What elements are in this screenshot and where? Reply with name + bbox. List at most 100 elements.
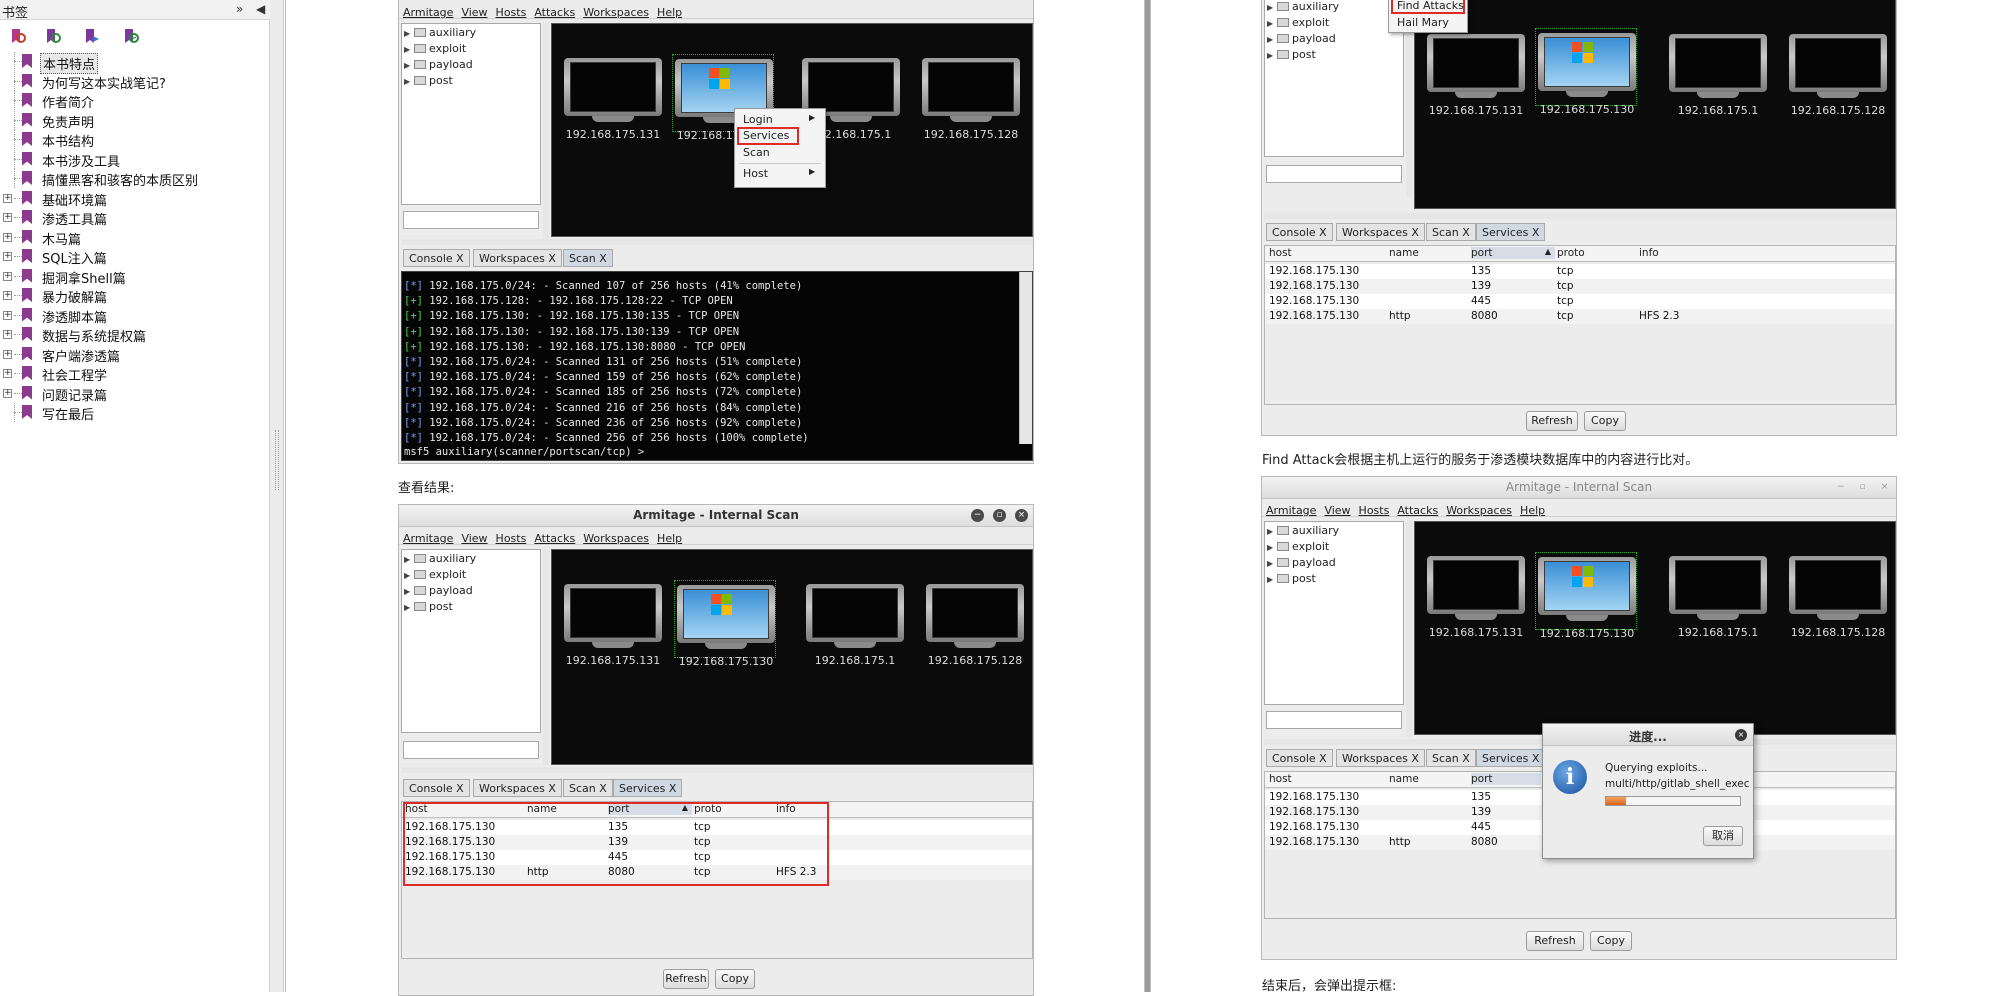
module-search-input[interactable]: [1266, 711, 1402, 729]
maximize-icon[interactable]: ▫: [1856, 481, 1869, 494]
col-name[interactable]: name: [1389, 247, 1419, 259]
tree-node-exploit[interactable]: ▶ exploit: [404, 568, 466, 584]
expand-bookmark-icon[interactable]: [8, 27, 28, 47]
tab-workspaces[interactable]: Workspaces X: [473, 249, 562, 267]
menu-workspaces[interactable]: Workspaces: [1446, 504, 1512, 517]
tab-scan[interactable]: Scan X: [563, 249, 613, 267]
host-131[interactable]: 192.168.175.131: [554, 580, 672, 672]
splitter-grip[interactable]: [275, 430, 279, 490]
copy-button[interactable]: Copy: [1584, 411, 1626, 431]
tab-console[interactable]: Console X: [403, 779, 470, 797]
table-row[interactable]: 192.168.175.130 445 tcp: [1265, 294, 1895, 309]
menu-armitage[interactable]: Armitage: [403, 6, 453, 19]
bookmark-item[interactable]: + 渗透脚本篇: [0, 306, 270, 326]
col-port[interactable]: port: [1471, 773, 1541, 785]
module-search-input[interactable]: [403, 741, 539, 759]
bookmark-properties-icon[interactable]: [121, 27, 141, 47]
tab-workspaces[interactable]: Workspaces X: [473, 779, 562, 797]
bookmark-item[interactable]: 写在最后: [0, 403, 270, 423]
refresh-button[interactable]: Refresh: [663, 969, 709, 989]
menu-workspaces[interactable]: Workspaces: [583, 6, 649, 19]
col-name[interactable]: name: [1389, 773, 1419, 785]
expand-toggle-icon[interactable]: +: [3, 232, 12, 242]
sidebar-splitter[interactable]: [270, 0, 284, 992]
copy-button[interactable]: Copy: [1590, 931, 1632, 951]
host-128[interactable]: 192.168.175.128: [1779, 30, 1896, 122]
copy-button[interactable]: Copy: [715, 969, 755, 989]
menu-help[interactable]: Help: [657, 6, 682, 19]
console-prompt[interactable]: msf5 auxiliary(scanner/portscan/tcp) >: [404, 446, 644, 460]
menu-help[interactable]: Help: [657, 532, 682, 545]
tree-node-auxiliary[interactable]: ▶ auxiliary: [404, 552, 476, 568]
col-host[interactable]: host: [1269, 247, 1292, 259]
table-row[interactable]: 192.168.175.130 135 tcp: [1265, 264, 1895, 279]
menu-attacks[interactable]: Attacks: [1397, 504, 1438, 517]
module-search-input[interactable]: [403, 211, 539, 229]
bookmark-item[interactable]: + SQL注入篇: [0, 247, 270, 267]
host-130-selected[interactable]: 192.168.175.130: [1535, 28, 1637, 116]
tree-node-auxiliary[interactable]: ▶ auxiliary: [1267, 0, 1339, 16]
scan-console[interactable]: [*] 192.168.175.0/24: - Scanned 107 of 2…: [401, 271, 1033, 461]
bookmark-item[interactable]: + 掘洞拿Shell篇: [0, 267, 270, 287]
menu-hosts[interactable]: Hosts: [1359, 504, 1390, 517]
bookmark-item[interactable]: 本书涉及工具: [0, 149, 270, 170]
close-icon[interactable]: ×: [1878, 481, 1891, 494]
tree-node-post[interactable]: ▶ post: [1267, 572, 1316, 588]
tree-node-post[interactable]: ▶ post: [1267, 48, 1316, 64]
horizontal-splitter[interactable]: [401, 239, 1033, 245]
tab-scan[interactable]: Scan X: [563, 779, 613, 797]
bookmark-item[interactable]: + 基础环境篇: [0, 189, 270, 209]
refresh-button[interactable]: Refresh: [1526, 411, 1578, 431]
menu-hosts[interactable]: Hosts: [496, 532, 527, 545]
bookmark-item[interactable]: 本书结构: [0, 130, 270, 150]
expand-toggle-icon[interactable]: +: [3, 291, 12, 300]
tree-node-payload[interactable]: ▶ payload: [1267, 556, 1336, 572]
tab-workspaces[interactable]: Workspaces X: [1336, 223, 1425, 241]
host-1[interactable]: 192.168.175.1: [796, 580, 914, 672]
tree-node-post[interactable]: ▶ post: [404, 600, 453, 616]
host-128[interactable]: 192.168.175.128: [1779, 552, 1896, 644]
tab-console[interactable]: Console X: [1266, 749, 1333, 767]
tree-node-payload[interactable]: ▶ payload: [404, 584, 473, 600]
host-128[interactable]: 192.168.175.128: [916, 580, 1033, 672]
menu-workspaces[interactable]: Workspaces: [583, 532, 649, 545]
menu-attacks[interactable]: Attacks: [534, 532, 575, 545]
menu-item-host[interactable]: Host ▶: [743, 167, 815, 180]
expand-panel-button[interactable]: »: [236, 2, 243, 16]
expand-toggle-icon[interactable]: +: [3, 252, 12, 261]
tab-scan[interactable]: Scan X: [1426, 749, 1476, 767]
menu-item-login[interactable]: Login ▶: [743, 113, 815, 126]
tree-node-exploit[interactable]: ▶ exploit: [404, 42, 466, 58]
module-search-input[interactable]: [1266, 165, 1402, 183]
table-row[interactable]: 192.168.175.130 http 8080 tcp HFS 2.3: [1265, 309, 1895, 324]
cancel-button[interactable]: 取消: [1703, 826, 1743, 846]
minimize-icon[interactable]: −: [1834, 481, 1847, 494]
menu-view[interactable]: View: [461, 6, 487, 19]
tree-node-auxiliary[interactable]: ▶ auxiliary: [404, 26, 476, 42]
host-130-selected[interactable]: 192.168.175.130: [1535, 552, 1637, 640]
host-1[interactable]: 192.168.175.1: [1659, 30, 1777, 122]
search-bookmark-icon[interactable]: [43, 27, 63, 47]
host-131[interactable]: 192.168.175.131: [554, 54, 672, 146]
menu-attacks[interactable]: Attacks: [534, 6, 575, 19]
expand-toggle-icon[interactable]: +: [3, 193, 12, 203]
bookmark-item[interactable]: 免责声明: [0, 110, 270, 131]
host-1[interactable]: 192.168.175.1: [1659, 552, 1777, 644]
maximize-icon[interactable]: ▫: [993, 509, 1006, 522]
bookmark-item[interactable]: + 渗透工具篇: [0, 208, 270, 228]
bookmark-item[interactable]: + 客户端渗透篇: [0, 345, 270, 365]
expand-toggle-icon[interactable]: +: [3, 330, 12, 339]
tree-node-payload[interactable]: ▶ payload: [404, 58, 473, 74]
bookmark-item[interactable]: + 问题记录篇: [0, 384, 270, 404]
horizontal-splitter[interactable]: [401, 767, 1033, 773]
tab-services[interactable]: Services X: [1476, 749, 1546, 767]
bookmark-item[interactable]: 为何写这本实战笔记?: [0, 71, 270, 92]
tree-node-payload[interactable]: ▶ payload: [1267, 32, 1336, 48]
menu-hosts[interactable]: Hosts: [496, 6, 527, 19]
horizontal-splitter[interactable]: [1264, 213, 1896, 219]
dialog-close-icon[interactable]: ×: [1735, 729, 1747, 741]
tab-workspaces[interactable]: Workspaces X: [1336, 749, 1425, 767]
host-131[interactable]: 192.168.175.131: [1417, 552, 1535, 644]
tree-node-post[interactable]: ▶ post: [404, 74, 453, 90]
menu-help[interactable]: Help: [1520, 504, 1545, 517]
